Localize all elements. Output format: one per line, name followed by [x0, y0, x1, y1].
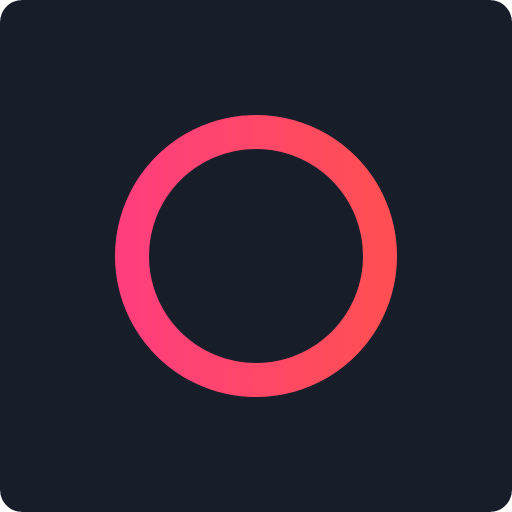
app-icon-tile — [0, 0, 512, 512]
app-icon-graphic — [0, 0, 512, 512]
icon-background — [0, 0, 512, 512]
